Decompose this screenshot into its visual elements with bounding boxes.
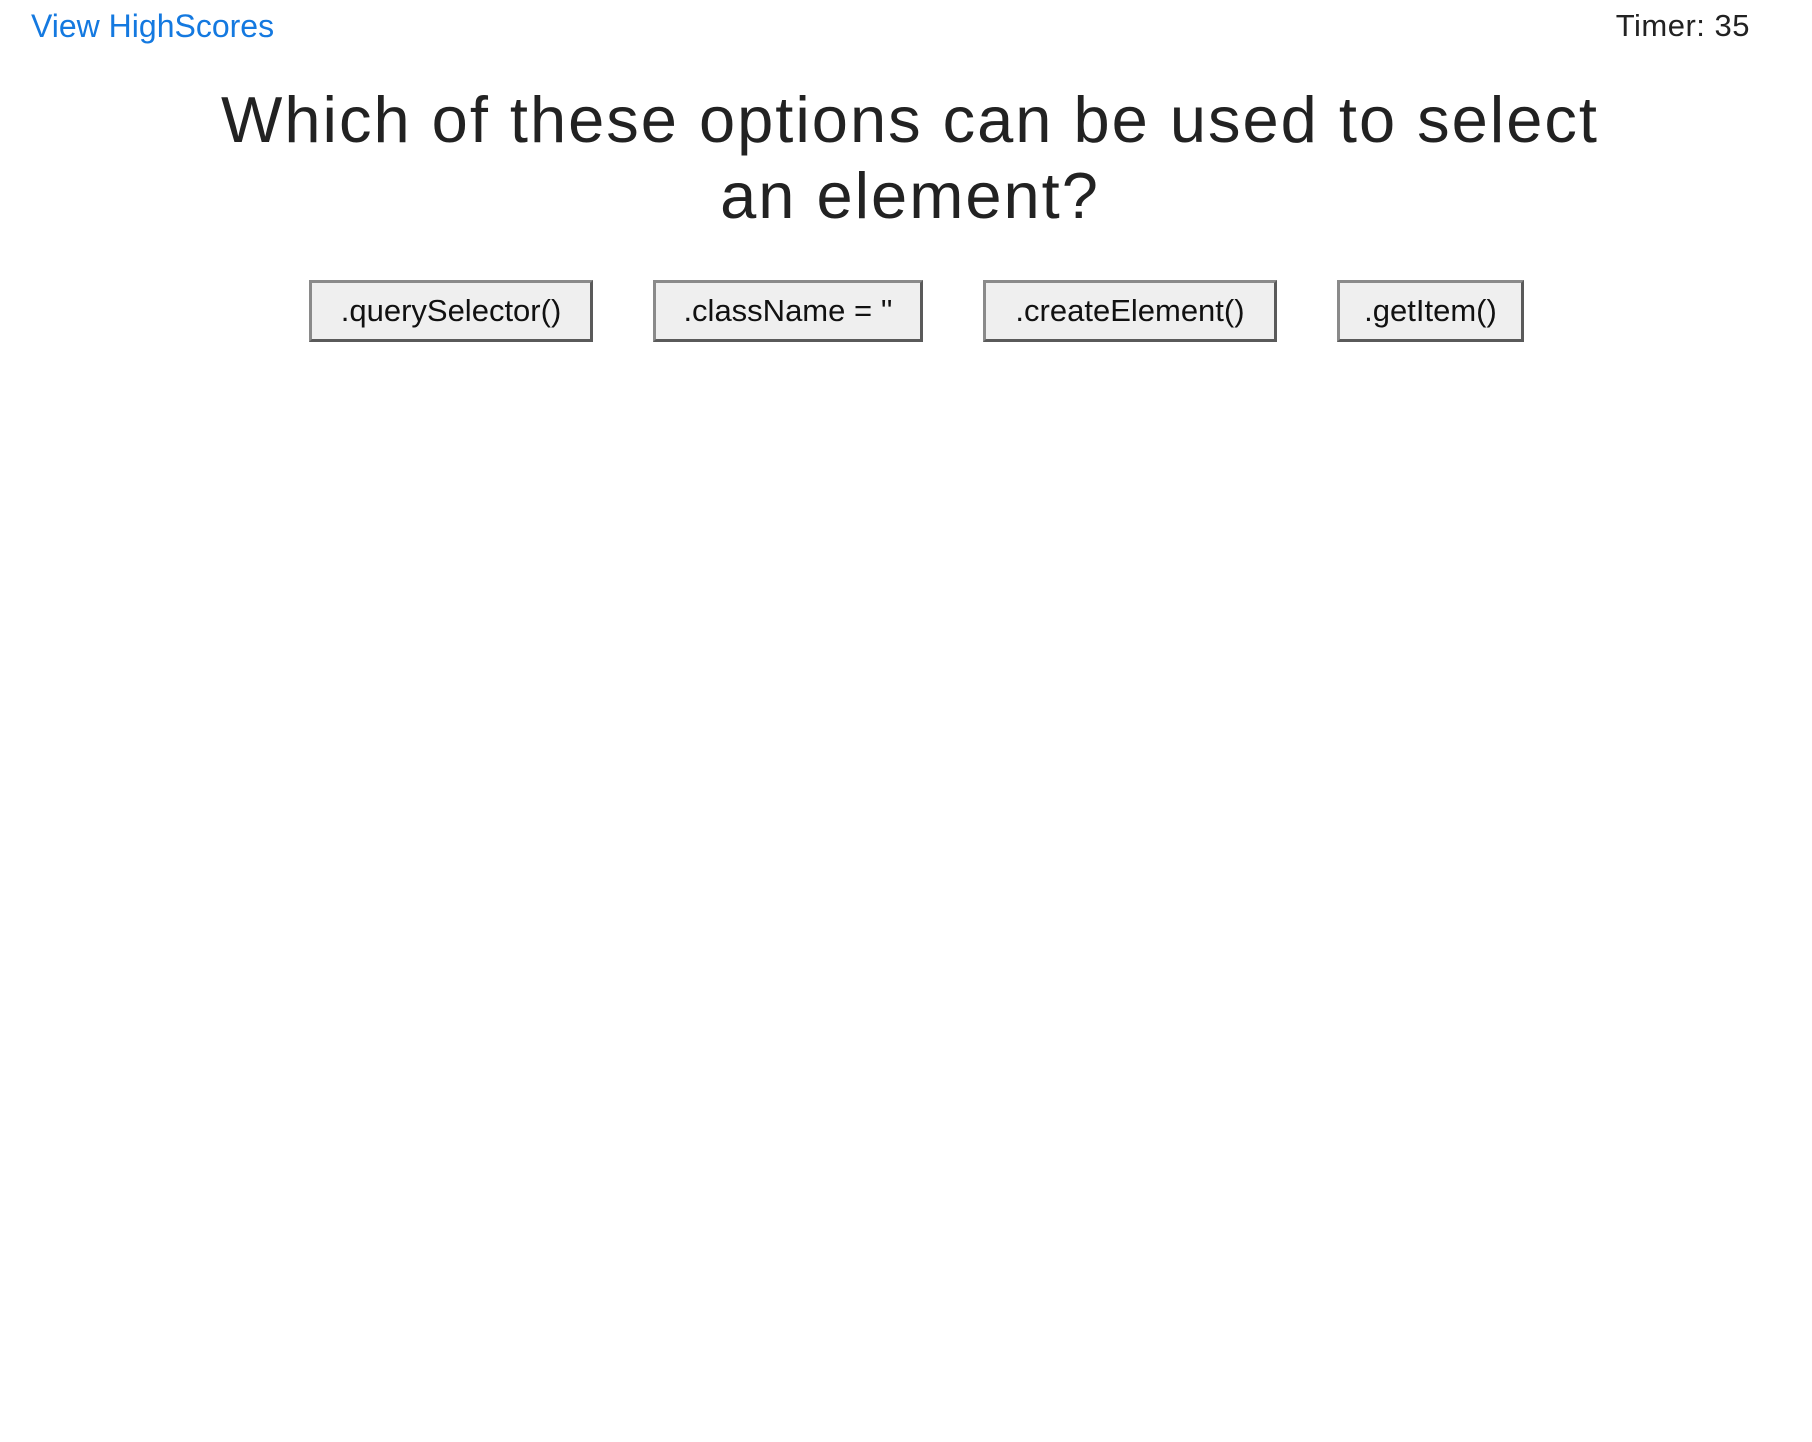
answer-option-3[interactable]: .createElement() [983, 280, 1277, 342]
answer-options: .querySelector() .className = '' .create… [0, 280, 1812, 342]
answer-option-4[interactable]: .getItem() [1337, 280, 1524, 342]
view-highscores-link[interactable]: View HighScores [31, 4, 274, 48]
timer-display: Timer: 35 [1615, 8, 1750, 43]
question-text: Which of these options can be used to se… [221, 83, 1599, 232]
answer-option-2[interactable]: .className = '' [653, 280, 923, 342]
answer-option-1[interactable]: .querySelector() [309, 280, 593, 342]
quiz-page: View HighScores Timer: 35 Which of these… [0, 0, 1812, 1442]
